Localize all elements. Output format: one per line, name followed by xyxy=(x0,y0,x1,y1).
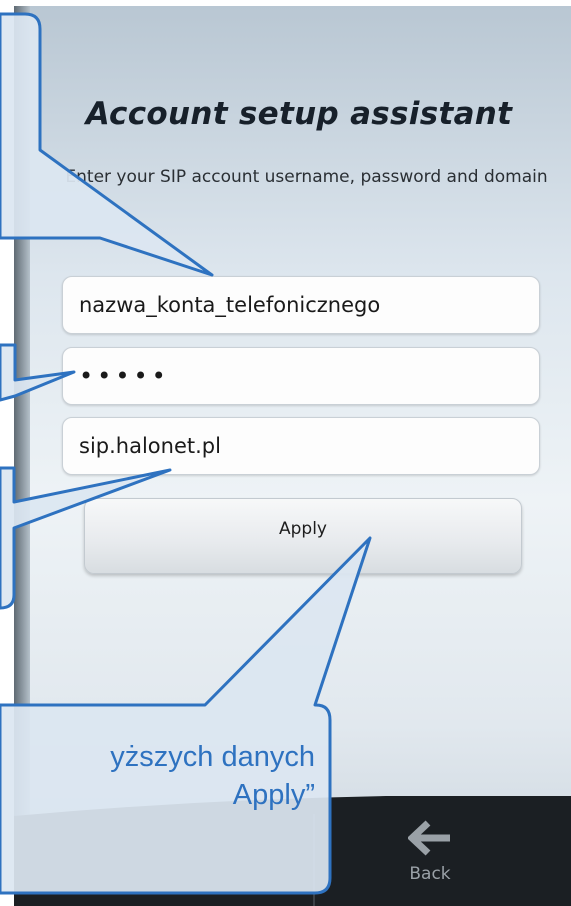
apply-button[interactable]: Apply xyxy=(84,498,522,574)
page-title: Account setup assistant xyxy=(85,96,513,132)
apply-button-label: Apply xyxy=(279,519,327,539)
password-field[interactable]: ••••• xyxy=(62,347,540,405)
password-value: ••••• xyxy=(79,362,170,390)
callout-line-2: Apply” xyxy=(232,779,315,811)
page-subtitle: Enter your SIP account username, passwor… xyxy=(65,167,548,187)
username-field[interactable]: nazwa_konta_telefonicznego xyxy=(62,276,540,334)
username-value: nazwa_konta_telefonicznego xyxy=(79,293,381,317)
arrow-left-icon xyxy=(406,820,452,860)
domain-value: sip.halonet.pl xyxy=(79,434,221,458)
back-button[interactable]: Back xyxy=(395,820,465,884)
callout-apply-text: yższych danych Apply” xyxy=(0,738,315,814)
domain-field[interactable]: sip.halonet.pl xyxy=(62,417,540,475)
callout-line-1: yższych danych xyxy=(110,741,315,773)
back-label: Back xyxy=(409,864,451,884)
